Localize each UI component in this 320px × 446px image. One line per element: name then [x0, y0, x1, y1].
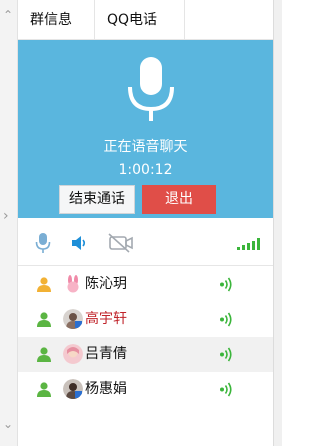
member-row[interactable]: 吕青倩	[18, 337, 273, 372]
signal-strength-icon	[237, 238, 260, 250]
user-icon	[37, 312, 51, 327]
speaking-icon	[220, 277, 232, 292]
chevron-right-icon[interactable]: ›	[3, 209, 9, 223]
member-row[interactable]: 陈沁玥	[18, 267, 273, 302]
photo-avatar	[63, 379, 83, 399]
member-row[interactable]: 高宇轩	[18, 302, 273, 337]
collapse-bottom-icon[interactable]: ⌄	[3, 418, 13, 430]
member-name: 杨惠娟	[85, 381, 127, 397]
member-name: 高宇轩	[85, 311, 127, 327]
end-call-button[interactable]: 结束通话	[59, 185, 135, 214]
call-controls	[18, 218, 273, 266]
speaking-icon	[220, 382, 232, 397]
member-list: 陈沁玥 高宇轩 吕青倩 杨惠娟	[18, 267, 273, 407]
user-icon	[37, 347, 51, 362]
photo-avatar	[63, 344, 83, 364]
tab-group-info[interactable]: 群信息	[18, 0, 95, 40]
call-timer: 1:00:12	[118, 162, 173, 178]
speaking-icon	[220, 312, 232, 327]
scrollbar[interactable]	[273, 0, 282, 446]
bunny-avatar	[63, 274, 83, 294]
microphone-icon	[128, 57, 174, 121]
tab-qq-call[interactable]: QQ电话	[95, 0, 185, 40]
quit-button[interactable]: 退出	[142, 185, 216, 214]
call-status: 正在语音聊天	[103, 139, 188, 155]
collapse-top-icon[interactable]: ⌃	[3, 9, 13, 21]
user-icon	[37, 277, 51, 292]
camera-off-icon[interactable]	[107, 233, 135, 253]
member-row[interactable]: 杨惠娟	[18, 372, 273, 407]
member-name: 吕青倩	[85, 346, 127, 362]
photo-avatar	[63, 309, 83, 329]
microphone-icon[interactable]	[35, 232, 51, 254]
tab-bar: 群信息 QQ电话	[18, 0, 273, 40]
collapse-strip: ⌃ › ⌄	[0, 0, 18, 446]
speaker-icon[interactable]	[70, 234, 88, 252]
user-icon	[37, 382, 51, 397]
voice-call-panel: 正在语音聊天 1:00:12 结束通话 退出	[18, 40, 273, 218]
member-name: 陈沁玥	[85, 276, 127, 292]
speaking-icon	[220, 347, 232, 362]
